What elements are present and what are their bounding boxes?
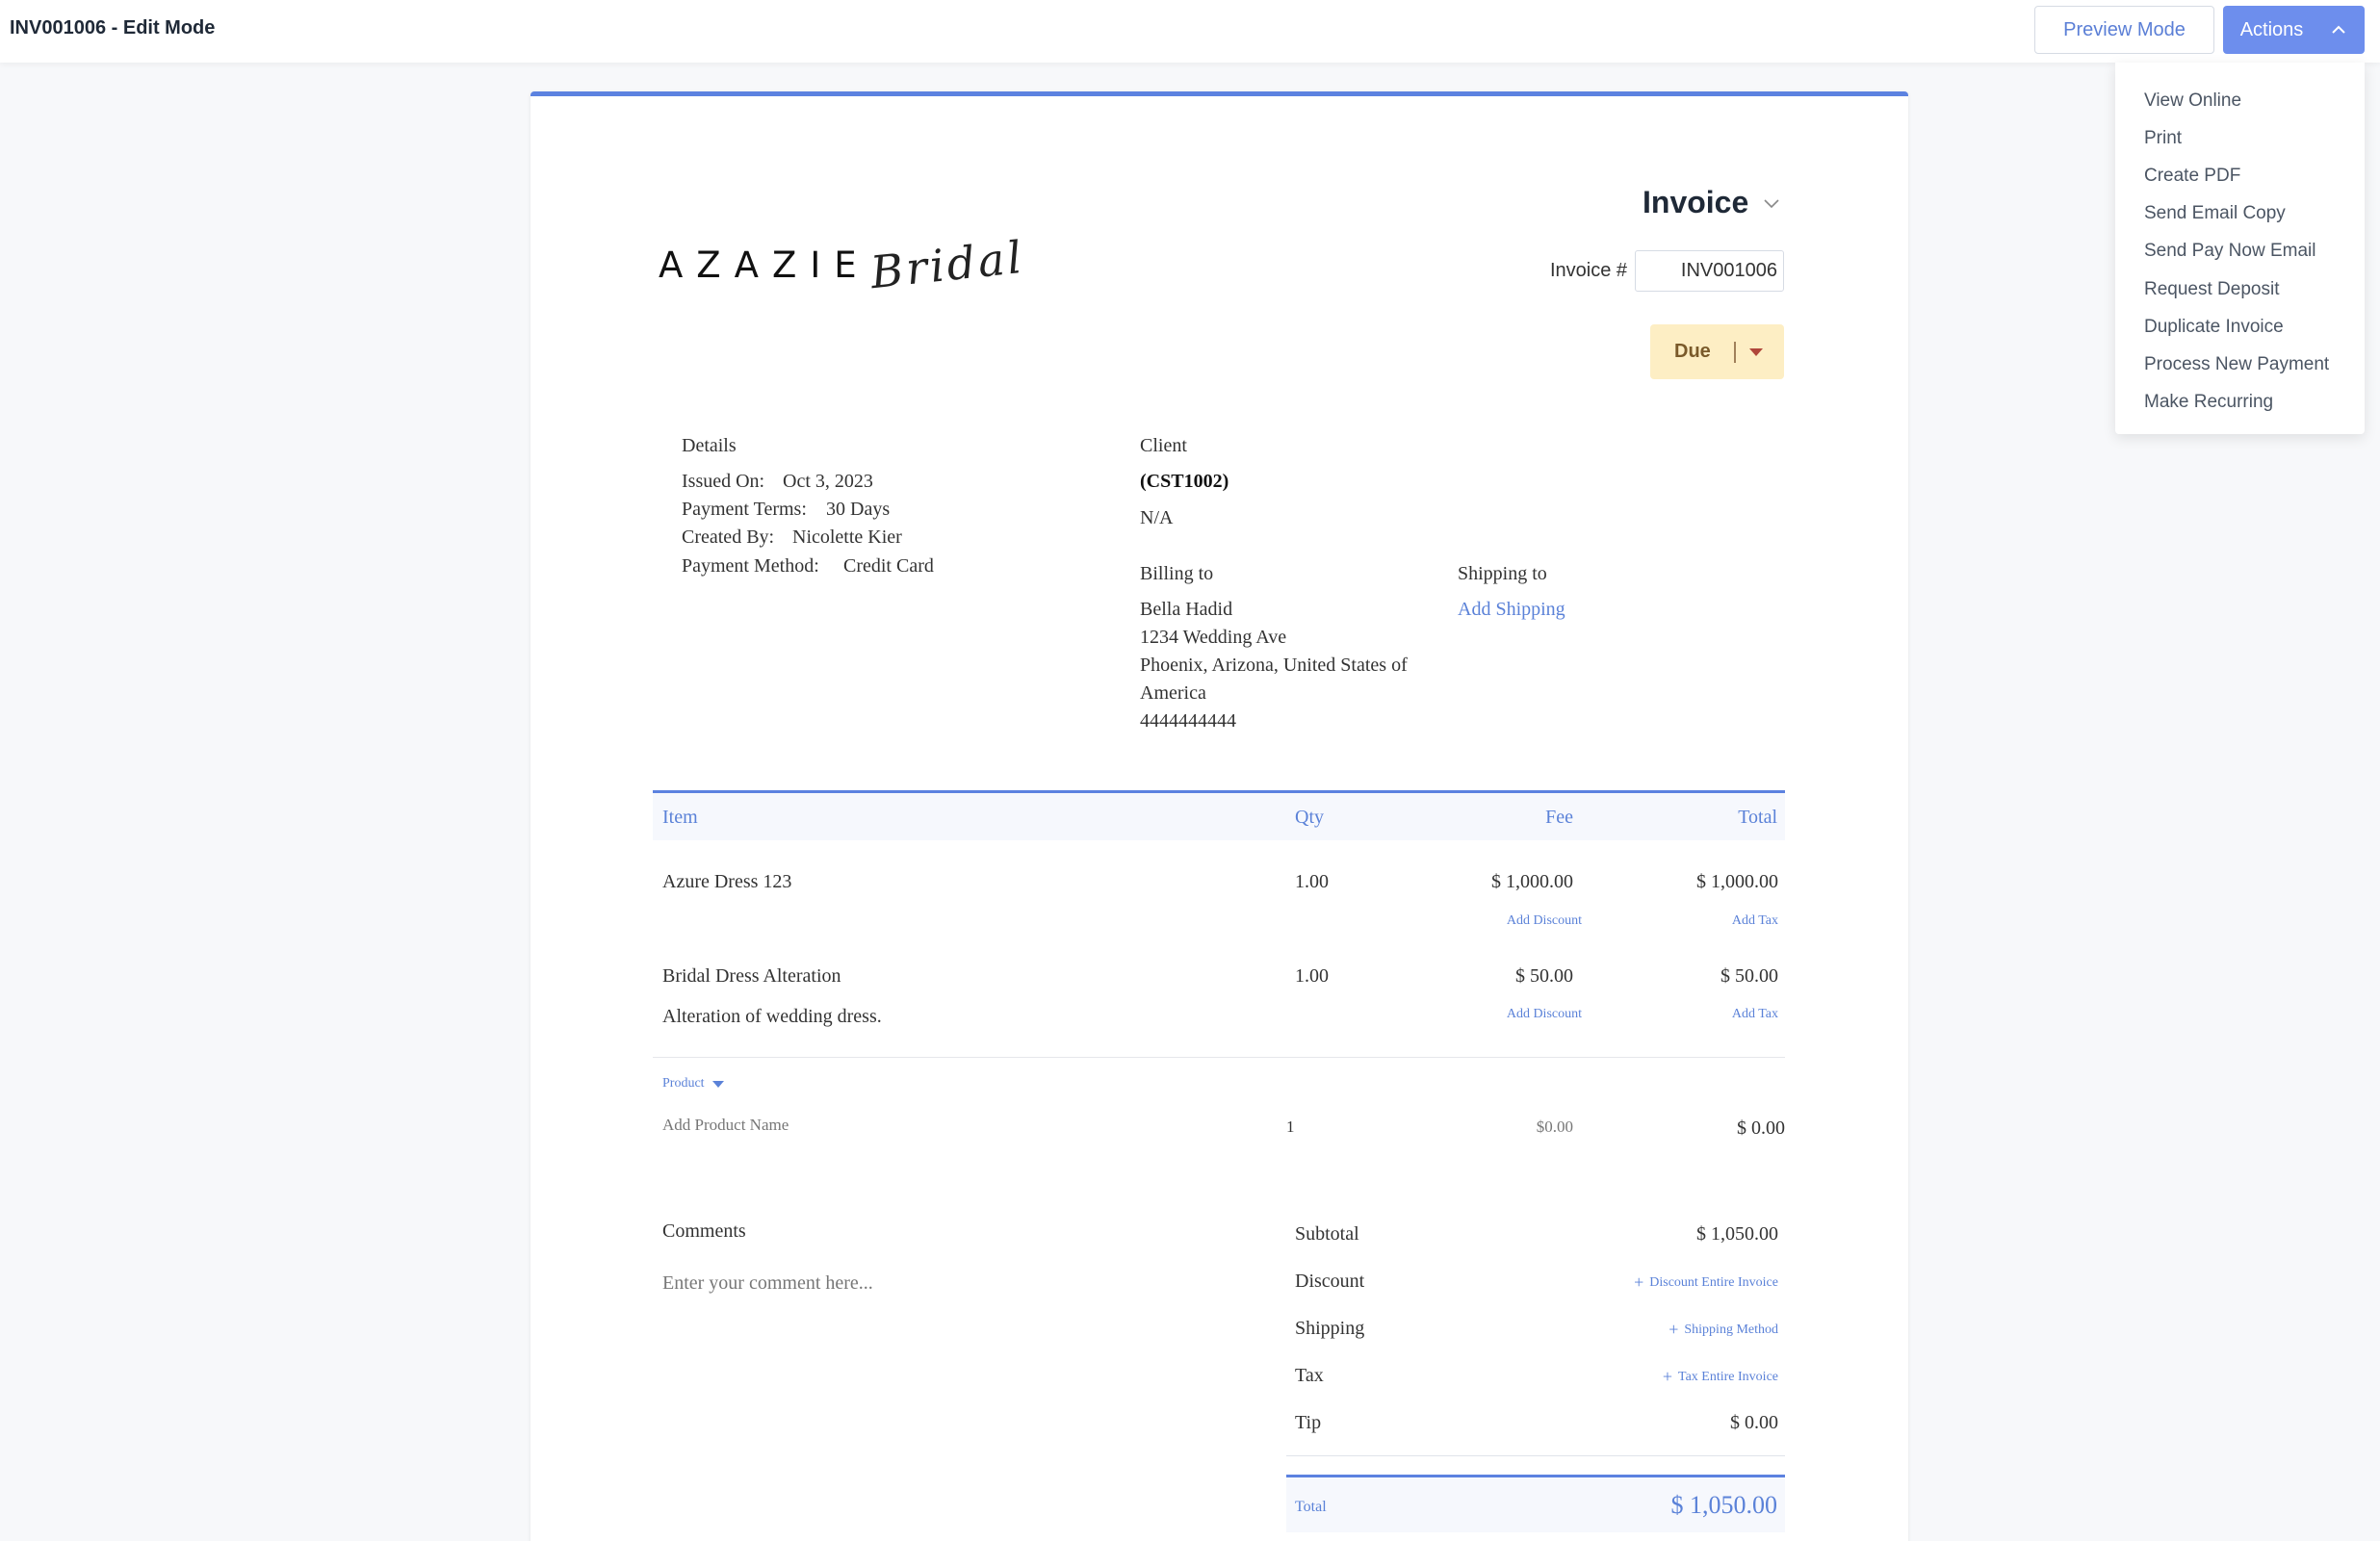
company-logo: AZAZIE Bridal xyxy=(659,231,1026,298)
column-total: Total xyxy=(1738,807,1777,828)
menu-item-process-new-payment[interactable]: Process New Payment xyxy=(2115,346,2365,383)
subtotal-label: Subtotal xyxy=(1295,1223,1359,1245)
billing-name: Bella Hadid xyxy=(1140,599,1233,620)
shipping-heading: Shipping to xyxy=(1458,563,1547,584)
row-1-add-tax-link[interactable]: Add Tax xyxy=(1732,913,1778,929)
status-separator xyxy=(1733,341,1736,363)
menu-item-send-email-copy[interactable]: Send Email Copy xyxy=(2115,195,2365,233)
column-item: Item xyxy=(662,807,698,828)
preview-mode-button[interactable]: Preview Mode xyxy=(2034,6,2214,54)
issued-on-value: Oct 3, 2023 xyxy=(783,471,873,492)
comments-heading: Comments xyxy=(662,1220,746,1242)
actions-button-label: Actions xyxy=(2239,18,2304,40)
tax-label: Tax xyxy=(1295,1365,1324,1386)
invoice-number-label: Invoice # xyxy=(1550,260,1628,281)
issued-on-label: Issued On: xyxy=(682,471,765,492)
invoice-type-selector[interactable]: Invoice xyxy=(1643,185,1781,220)
client-heading: Client xyxy=(1140,435,1187,456)
row-1-add-discount-link[interactable]: Add Discount xyxy=(1507,913,1582,929)
row-1-total: $ 1,000.00 xyxy=(1696,871,1778,892)
client-name: N/A xyxy=(1140,507,1174,528)
discount-entire-invoice-link[interactable]: + Discount Entire Invoice xyxy=(1634,1272,1778,1293)
logo-wordmark: AZAZIE xyxy=(659,244,870,286)
logo-script: Bridal xyxy=(867,230,1027,299)
billing-city: Phoenix, Arizona, United States of xyxy=(1140,655,1408,676)
row-2-item[interactable]: Bridal Dress Alteration xyxy=(662,965,841,988)
menu-item-duplicate-invoice[interactable]: Duplicate Invoice xyxy=(2115,308,2365,346)
invoice-heading: Invoice xyxy=(1643,185,1749,219)
row-1-qty[interactable]: 1.00 xyxy=(1295,871,1329,893)
payment-terms-label: Payment Terms: xyxy=(682,499,807,520)
row-1-item[interactable]: Azure Dress 123 xyxy=(662,871,791,893)
shipping-label: Shipping xyxy=(1295,1318,1365,1339)
client-id[interactable]: (CST1002) xyxy=(1140,471,1229,493)
menu-item-request-deposit[interactable]: Request Deposit xyxy=(2115,270,2365,308)
menu-item-send-pay-now-email[interactable]: Send Pay Now Email xyxy=(2115,233,2365,270)
status-label: Due xyxy=(1674,341,1711,362)
actions-button[interactable]: Actions xyxy=(2223,6,2365,54)
payment-method-value: Credit Card xyxy=(843,555,934,577)
item-type-dropdown[interactable]: Product xyxy=(662,1076,724,1092)
comments-input[interactable]: Enter your comment here... xyxy=(662,1272,873,1295)
new-row-total: $ 0.00 xyxy=(1737,1117,1785,1139)
plus-icon: + xyxy=(1669,1320,1679,1339)
total-label: Total xyxy=(1295,1499,1327,1515)
row-2-qty[interactable]: 1.00 xyxy=(1295,965,1329,988)
row-2-fee[interactable]: $ 50.00 xyxy=(1515,965,1573,988)
line-items-header: Item Qty Fee Total xyxy=(653,790,1785,840)
menu-item-make-recurring[interactable]: Make Recurring xyxy=(2115,384,2365,422)
column-fee: Fee xyxy=(1545,807,1573,828)
plus-icon: + xyxy=(1662,1367,1673,1386)
menu-item-view-online[interactable]: View Online xyxy=(2115,82,2365,119)
tip-label: Tip xyxy=(1295,1412,1322,1433)
chevron-down-icon xyxy=(1764,198,1779,208)
column-qty: Qty xyxy=(1295,807,1324,828)
billing-heading: Billing to xyxy=(1140,563,1214,584)
items-divider xyxy=(653,1057,1785,1058)
menu-item-create-pdf[interactable]: Create PDF xyxy=(2115,157,2365,194)
billing-country: America xyxy=(1140,682,1206,704)
tip-value[interactable]: $ 0.00 xyxy=(1730,1412,1778,1434)
billing-street: 1234 Wedding Ave xyxy=(1140,627,1287,648)
billing-phone: 4444444444 xyxy=(1140,710,1236,732)
created-by-label: Created By: xyxy=(682,527,775,548)
item-type-label: Product xyxy=(662,1076,705,1091)
payment-method-label: Payment Method: xyxy=(682,555,819,577)
top-bar: INV001006 - Edit Mode Preview Mode Actio… xyxy=(0,0,2380,63)
invoice-number-input[interactable]: INV001006 xyxy=(1635,250,1784,292)
shipping-method-label: Shipping Method xyxy=(1684,1322,1778,1337)
row-2-total: $ 50.00 xyxy=(1720,965,1778,987)
menu-item-print[interactable]: Print xyxy=(2115,119,2365,157)
shipping-method-link[interactable]: + Shipping Method xyxy=(1669,1320,1778,1340)
actions-menu: View Online Print Create PDF Send Email … xyxy=(2115,63,2365,434)
caret-down-icon xyxy=(711,1080,724,1088)
total-bar: Total $ 1,050.00 xyxy=(1286,1475,1785,1532)
row-2-description[interactable]: Alteration of wedding dress. xyxy=(662,1006,882,1028)
total-value: $ 1,050.00 xyxy=(1670,1491,1778,1519)
page-title: INV001006 - Edit Mode xyxy=(10,17,216,39)
row-1-fee[interactable]: $ 1,000.00 xyxy=(1491,871,1573,893)
discount-entire-invoice-label: Discount Entire Invoice xyxy=(1649,1274,1778,1290)
details-heading: Details xyxy=(682,435,737,456)
row-2-add-tax-link[interactable]: Add Tax xyxy=(1732,1007,1778,1022)
payment-terms-value: 30 Days xyxy=(826,499,891,520)
new-row-fee-input[interactable]: $0.00 xyxy=(1537,1117,1573,1137)
plus-icon: + xyxy=(1634,1272,1644,1292)
tax-entire-invoice-label: Tax Entire Invoice xyxy=(1678,1369,1778,1384)
row-2-add-discount-link[interactable]: Add Discount xyxy=(1507,1007,1582,1022)
status-dropdown[interactable]: Due xyxy=(1650,324,1784,379)
tax-entire-invoice-link[interactable]: + Tax Entire Invoice xyxy=(1663,1367,1778,1387)
discount-label: Discount xyxy=(1295,1271,1365,1292)
add-product-name-input[interactable]: Add Product Name xyxy=(662,1116,789,1135)
add-shipping-link[interactable]: Add Shipping xyxy=(1458,599,1565,621)
subtotal-value: $ 1,050.00 xyxy=(1696,1223,1778,1245)
new-row-qty-input[interactable]: 1 xyxy=(1286,1117,1295,1137)
created-by-value: Nicolette Kier xyxy=(792,527,902,548)
summary-divider xyxy=(1286,1455,1785,1456)
invoice-paper: AZAZIE Bridal Invoice Invoice # INV00100… xyxy=(530,91,1908,1541)
caret-down-icon xyxy=(1748,347,1763,356)
chevron-up-icon xyxy=(2332,25,2346,34)
